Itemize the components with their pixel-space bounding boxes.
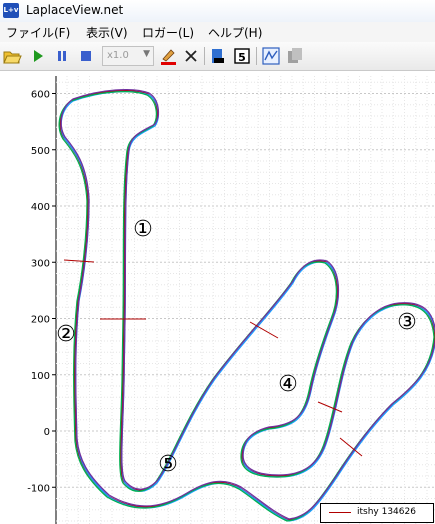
toolbar-separator — [204, 47, 205, 65]
menu-view[interactable]: 表示(V) — [86, 24, 128, 41]
y-tick-label: 400 — [31, 202, 50, 213]
open-folder-icon[interactable] — [2, 46, 22, 66]
menu-bar: ファイル(F) 表示(V) ロガー(L) ヘルプ(H) — [0, 22, 435, 42]
marker-pen-icon[interactable] — [158, 46, 178, 66]
toolbar-separator — [256, 47, 257, 65]
export-icon[interactable] — [208, 46, 228, 66]
speed-dropdown[interactable]: x1.0 ▼ — [102, 46, 154, 66]
corner-marker-label: ② — [56, 322, 76, 347]
y-tick-label: 300 — [31, 258, 50, 269]
chevron-down-icon: ▼ — [143, 49, 150, 59]
corner-marker-label: ⑤ — [158, 452, 178, 477]
y-tick-label: -100 — [27, 483, 50, 494]
corner-marker-label: ① — [133, 217, 153, 242]
speed-value: x1.0 — [107, 50, 129, 61]
lap-5-icon[interactable]: 5 — [232, 46, 252, 66]
corner-marker-label: ③ — [397, 310, 417, 335]
copy-icon[interactable] — [285, 46, 305, 66]
y-tick-label: 600 — [31, 90, 50, 101]
y-tick-label: 200 — [31, 315, 50, 326]
menu-file[interactable]: ファイル(F) — [6, 24, 70, 41]
toolbar: x1.0 ▼ 5 — [0, 42, 435, 71]
corner-marker-label: ④ — [278, 372, 298, 397]
window-title: LaplaceView.net — [26, 3, 124, 17]
menu-logger[interactable]: ロガー(L) — [142, 24, 194, 41]
menu-help[interactable]: ヘルプ(H) — [208, 24, 262, 41]
title-bar: L+v LaplaceView.net — [0, 0, 435, 23]
pause-icon[interactable] — [52, 46, 72, 66]
close-x-icon[interactable] — [181, 46, 201, 66]
y-tick-label: 0 — [44, 427, 50, 438]
y-tick-label: 500 — [31, 146, 50, 157]
track-map-chart[interactable]: 600 500 400 300 200 100 0 -100 ① ② ③ ④ ⑤ — [0, 72, 435, 524]
play-icon[interactable] — [28, 46, 48, 66]
y-tick-label: 100 — [31, 371, 50, 382]
chart-legend: itshy 134626 — [320, 503, 434, 523]
graph-view-icon[interactable] — [261, 46, 281, 66]
legend-line-swatch — [329, 512, 351, 513]
legend-label: itshy 134626 — [357, 507, 416, 517]
svg-text:5: 5 — [238, 51, 246, 64]
stop-icon[interactable] — [76, 46, 96, 66]
app-icon: L+v — [3, 3, 19, 18]
